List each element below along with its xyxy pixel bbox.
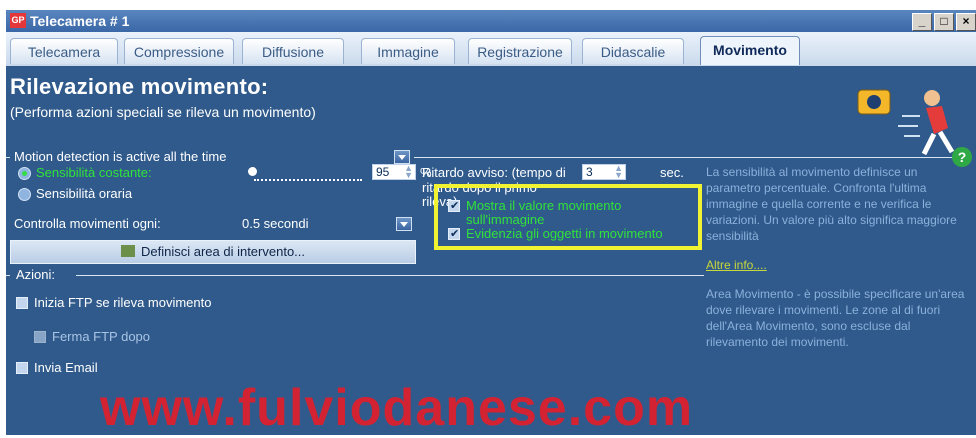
- tab-didascalie[interactable]: Didascalie: [582, 38, 684, 64]
- sensitivity-hourly-radio[interactable]: [18, 188, 31, 201]
- app-icon: GP: [10, 13, 26, 28]
- sensitivity-hourly-label: Sensibilità oraria: [36, 186, 133, 201]
- actions-section-label: Azioni:: [16, 267, 56, 282]
- tab-strip: Telecamera Compressione Diffusione Immag…: [6, 32, 976, 66]
- stop-ftp-label: Ferma FTP dopo: [52, 329, 151, 344]
- camera-settings-window: GP Telecamera # 1 _ □ × Telecamera Compr…: [6, 10, 976, 435]
- email-checkbox[interactable]: [16, 362, 28, 374]
- minimize-button[interactable]: _: [912, 13, 932, 31]
- show-motion-value-checkbox[interactable]: [448, 199, 460, 212]
- motion-mode-dropdown-icon[interactable]: [394, 150, 410, 164]
- email-label: Invia Email: [34, 360, 98, 375]
- show-motion-value-label-2: sull'immagine: [466, 212, 545, 227]
- stop-ftp-checkbox[interactable]: [34, 331, 46, 343]
- delay-value: 3: [586, 165, 593, 179]
- spin-arrows-icon[interactable]: ▲ ▼: [614, 164, 623, 180]
- sensitivity-spinner[interactable]: 95 ▲ ▼: [372, 164, 416, 180]
- tab-compressione[interactable]: Compressione: [124, 38, 234, 64]
- ftp-label: Inizia FTP se rileva movimento: [34, 295, 212, 310]
- tab-telecamera[interactable]: Telecamera: [10, 38, 118, 64]
- tab-diffusione[interactable]: Diffusione: [242, 38, 344, 64]
- page-subtitle: (Performa azioni speciali se rileva un m…: [10, 104, 316, 120]
- actions-divider: [76, 275, 704, 276]
- close-button[interactable]: ×: [956, 13, 976, 31]
- spin-arrows-icon[interactable]: ▲ ▼: [404, 164, 413, 180]
- sensitivity-value: 95: [376, 165, 390, 179]
- area-info-text: Area Movimento - è possibile specificare…: [706, 287, 965, 349]
- window-title: Telecamera # 1: [30, 13, 130, 29]
- actions-divider-left: [6, 275, 10, 276]
- section-divider-left: [6, 157, 10, 158]
- show-motion-value-label-1: Mostra il valore movimento: [466, 198, 622, 213]
- page-title: Rilevazione movimento:: [10, 74, 269, 99]
- tab-movimento[interactable]: Movimento: [700, 36, 800, 65]
- more-info-link[interactable]: Altre info....: [706, 257, 767, 273]
- watermark-text: www.fulviodanese.com: [100, 379, 694, 437]
- define-area-label: Definisci area di intervento...: [140, 244, 306, 259]
- sensitivity-info-text: La sensibilità al movimento definisce un…: [706, 165, 957, 243]
- sensitivity-constant-label: Sensibilità costante:: [36, 165, 152, 180]
- tab-immagine[interactable]: Immagine: [361, 38, 455, 64]
- title-bar: GP Telecamera # 1 _ □ ×: [6, 10, 976, 32]
- motion-mode-select[interactable]: Motion detection is active all the time: [14, 149, 226, 164]
- define-area-button[interactable]: Definisci area di intervento...: [10, 240, 416, 264]
- section-divider: [414, 157, 954, 158]
- delay-label-1: Ritardo avviso: (tempo di: [422, 165, 566, 180]
- check-every-label: Controlla movimenti ogni:: [14, 216, 161, 231]
- motion-illustration-icon: [857, 89, 955, 156]
- sensitivity-constant-radio[interactable]: [18, 167, 31, 180]
- area-icon: [120, 245, 135, 257]
- sensitivity-slider-handle[interactable]: [248, 167, 257, 176]
- check-every-value[interactable]: 0.5 secondi: [242, 216, 309, 231]
- delay-spinner[interactable]: 3 ▲ ▼: [582, 164, 626, 180]
- sensitivity-slider-track[interactable]: [254, 173, 362, 181]
- maximize-button[interactable]: □: [934, 13, 954, 31]
- highlight-objects-label: Evidenzia gli oggetti in movimento: [466, 226, 663, 241]
- delay-unit: sec.: [660, 165, 684, 180]
- ftp-checkbox[interactable]: [16, 297, 28, 309]
- check-every-dropdown-icon[interactable]: [396, 217, 412, 231]
- tab-registrazione[interactable]: Registrazione: [468, 38, 572, 64]
- highlight-objects-checkbox[interactable]: [448, 227, 460, 240]
